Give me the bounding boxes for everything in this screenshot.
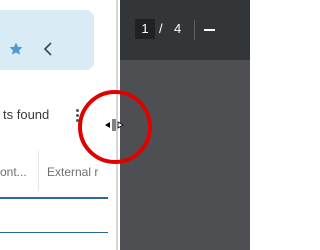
page-separator: / <box>159 21 163 36</box>
resize-cursor-icon <box>105 119 124 131</box>
zoom-out-icon[interactable] <box>202 22 218 38</box>
toolbar-separator <box>194 20 195 40</box>
results-count-text: ts found <box>3 107 50 122</box>
page-total: 4 <box>174 21 182 36</box>
more-vert-icon[interactable] <box>73 108 81 124</box>
left-panel: ts found ont... External r <box>0 0 116 250</box>
pdf-viewer: 1 / 4 <box>120 0 250 250</box>
header-underline <box>0 197 116 199</box>
column-separator <box>38 151 39 191</box>
pdf-toolbar: 1 / 4 <box>120 0 250 60</box>
table-row-border <box>0 232 116 233</box>
header-card <box>0 10 94 70</box>
column-header-external[interactable]: External r <box>47 165 116 179</box>
chevron-left-icon[interactable] <box>41 41 55 57</box>
star-icon[interactable] <box>8 41 24 57</box>
column-header-content[interactable]: ont... <box>0 165 37 179</box>
page-number-input[interactable]: 1 <box>135 19 155 39</box>
